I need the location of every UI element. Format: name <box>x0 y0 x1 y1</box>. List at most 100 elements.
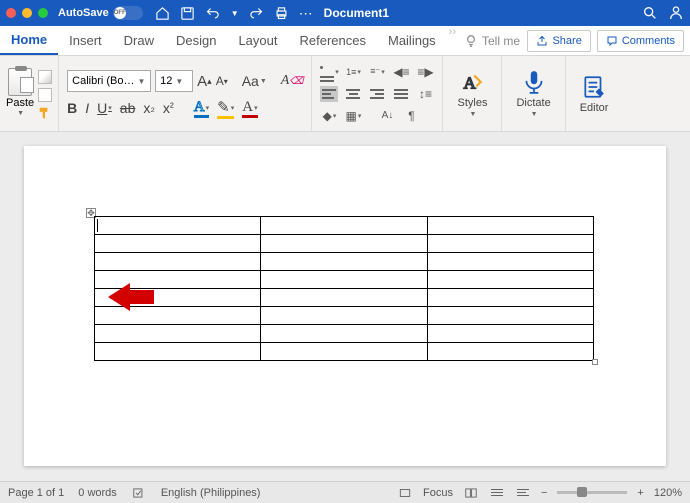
table-cell[interactable] <box>261 217 427 235</box>
copy-button[interactable] <box>38 88 52 102</box>
tab-home[interactable]: Home <box>0 26 58 55</box>
table-cell[interactable] <box>95 235 261 253</box>
cut-button[interactable] <box>38 70 52 84</box>
document-canvas[interactable]: ✥ <box>0 132 690 481</box>
table-cell[interactable] <box>261 235 427 253</box>
line-spacing-button[interactable]: ↕≡ <box>416 86 434 102</box>
editor-button[interactable]: Editor <box>572 70 617 118</box>
tab-design[interactable]: Design <box>165 26 227 55</box>
sort-button[interactable]: A↓ <box>378 108 396 124</box>
show-marks-button[interactable]: ¶ <box>402 108 420 124</box>
account-icon[interactable] <box>668 5 684 21</box>
table-cell[interactable] <box>427 343 593 361</box>
change-case-button[interactable]: Aa▼ <box>242 73 267 89</box>
table-cell[interactable] <box>95 343 261 361</box>
shrink-font-button[interactable]: A▾ <box>216 74 228 88</box>
spellcheck-icon[interactable] <box>131 486 147 500</box>
table-cell[interactable] <box>261 307 427 325</box>
save-icon[interactable] <box>180 6 195 21</box>
table-cell[interactable] <box>261 325 427 343</box>
tab-draw[interactable]: Draw <box>113 26 165 55</box>
bold-button[interactable]: B <box>67 100 77 116</box>
page-indicator[interactable]: Page 1 of 1 <box>8 487 64 499</box>
clear-formatting-button[interactable]: A⌫ <box>281 73 304 89</box>
table-cell[interactable] <box>95 217 261 235</box>
numbering-button[interactable]: 1≡▾ <box>344 64 362 80</box>
font-name-combo[interactable]: Calibri (Bo…▼ <box>67 70 151 92</box>
share-button[interactable]: Share <box>527 30 590 52</box>
subscript-button[interactable]: x₂ <box>143 100 155 116</box>
bullets-button[interactable]: ▾ <box>320 64 338 80</box>
increase-indent-button[interactable]: ≡▶ <box>416 64 434 80</box>
superscript-button[interactable]: x² <box>163 100 174 116</box>
comments-button[interactable]: Comments <box>597 30 684 52</box>
minimize-window-button[interactable] <box>22 8 32 18</box>
search-icon[interactable] <box>642 5 658 21</box>
grow-font-button[interactable]: A▴ <box>197 73 212 90</box>
borders-button[interactable]: ▦▾ <box>344 108 362 124</box>
underline-button[interactable]: U▾ <box>97 100 112 116</box>
tell-me-search[interactable]: Tell me <box>464 26 520 55</box>
table-cell[interactable] <box>261 271 427 289</box>
zoom-out-button[interactable]: − <box>541 487 547 499</box>
format-painter-button[interactable] <box>38 106 52 120</box>
font-group: Calibri (Bo…▼ 12▼ A▴ A▾ Aa▼ A⌫ B I U▾ ab… <box>59 56 312 131</box>
italic-button[interactable]: I <box>85 100 89 116</box>
multilevel-list-button[interactable]: ≡⁻▾ <box>368 64 386 80</box>
table-cell[interactable] <box>427 235 593 253</box>
undo-icon[interactable] <box>205 6 220 21</box>
read-mode-button[interactable] <box>463 486 479 500</box>
table-cell[interactable] <box>95 253 261 271</box>
close-window-button[interactable] <box>6 8 16 18</box>
web-layout-button[interactable] <box>515 486 531 500</box>
dictate-button[interactable]: Dictate▼ <box>508 65 558 122</box>
table-cell[interactable] <box>427 271 593 289</box>
strikethrough-button[interactable]: ab <box>120 100 136 116</box>
table-resize-handle[interactable] <box>592 359 598 365</box>
tab-references[interactable]: References <box>289 26 377 55</box>
align-left-button[interactable] <box>320 86 338 102</box>
align-right-button[interactable] <box>368 86 386 102</box>
text-effects-button[interactable]: A▾ <box>194 99 209 116</box>
table-cell[interactable] <box>427 289 593 307</box>
tab-insert[interactable]: Insert <box>58 26 113 55</box>
focus-mode-button[interactable] <box>397 486 413 500</box>
table-cell[interactable] <box>427 217 593 235</box>
zoom-slider[interactable] <box>557 491 627 494</box>
font-size-combo[interactable]: 12▼ <box>155 70 193 92</box>
print-icon[interactable] <box>274 6 289 21</box>
paste-button[interactable]: Paste ▼ <box>6 68 34 120</box>
table-cell[interactable] <box>427 307 593 325</box>
undo-dropdown[interactable]: ▼ <box>231 9 239 18</box>
word-count[interactable]: 0 words <box>78 487 117 499</box>
home-icon[interactable] <box>155 6 170 21</box>
maximize-window-button[interactable] <box>38 8 48 18</box>
styles-group: A Styles▼ <box>443 56 502 131</box>
styles-button[interactable]: A Styles▼ <box>449 65 495 122</box>
autosave-toggle[interactable]: AutoSave OFF <box>58 6 143 20</box>
more-commands-icon[interactable]: ⋯ <box>299 5 314 22</box>
page[interactable]: ✥ <box>24 146 666 466</box>
language-indicator[interactable]: English (Philippines) <box>161 487 261 499</box>
highlight-button[interactable]: ✎▾ <box>217 98 234 117</box>
decrease-indent-button[interactable]: ◀≡ <box>392 64 410 80</box>
more-tabs-icon[interactable]: ›› <box>449 26 456 55</box>
table-cell[interactable] <box>261 289 427 307</box>
focus-label[interactable]: Focus <box>423 487 453 499</box>
table-cell[interactable] <box>427 253 593 271</box>
tab-layout[interactable]: Layout <box>227 26 288 55</box>
shading-button[interactable]: ◆▾ <box>320 108 338 124</box>
justify-button[interactable] <box>392 86 410 102</box>
zoom-level[interactable]: 120% <box>654 487 682 499</box>
font-color-button[interactable]: A▾ <box>242 99 257 116</box>
redo-icon[interactable] <box>249 6 264 21</box>
align-center-button[interactable] <box>344 86 362 102</box>
zoom-in-button[interactable]: + <box>637 487 643 499</box>
table-cell[interactable] <box>261 343 427 361</box>
table-cell[interactable] <box>427 325 593 343</box>
tab-mailings[interactable]: Mailings <box>377 26 447 55</box>
table-cell[interactable] <box>95 325 261 343</box>
document-table[interactable] <box>94 216 594 361</box>
print-layout-button[interactable] <box>489 486 505 500</box>
table-cell[interactable] <box>261 253 427 271</box>
